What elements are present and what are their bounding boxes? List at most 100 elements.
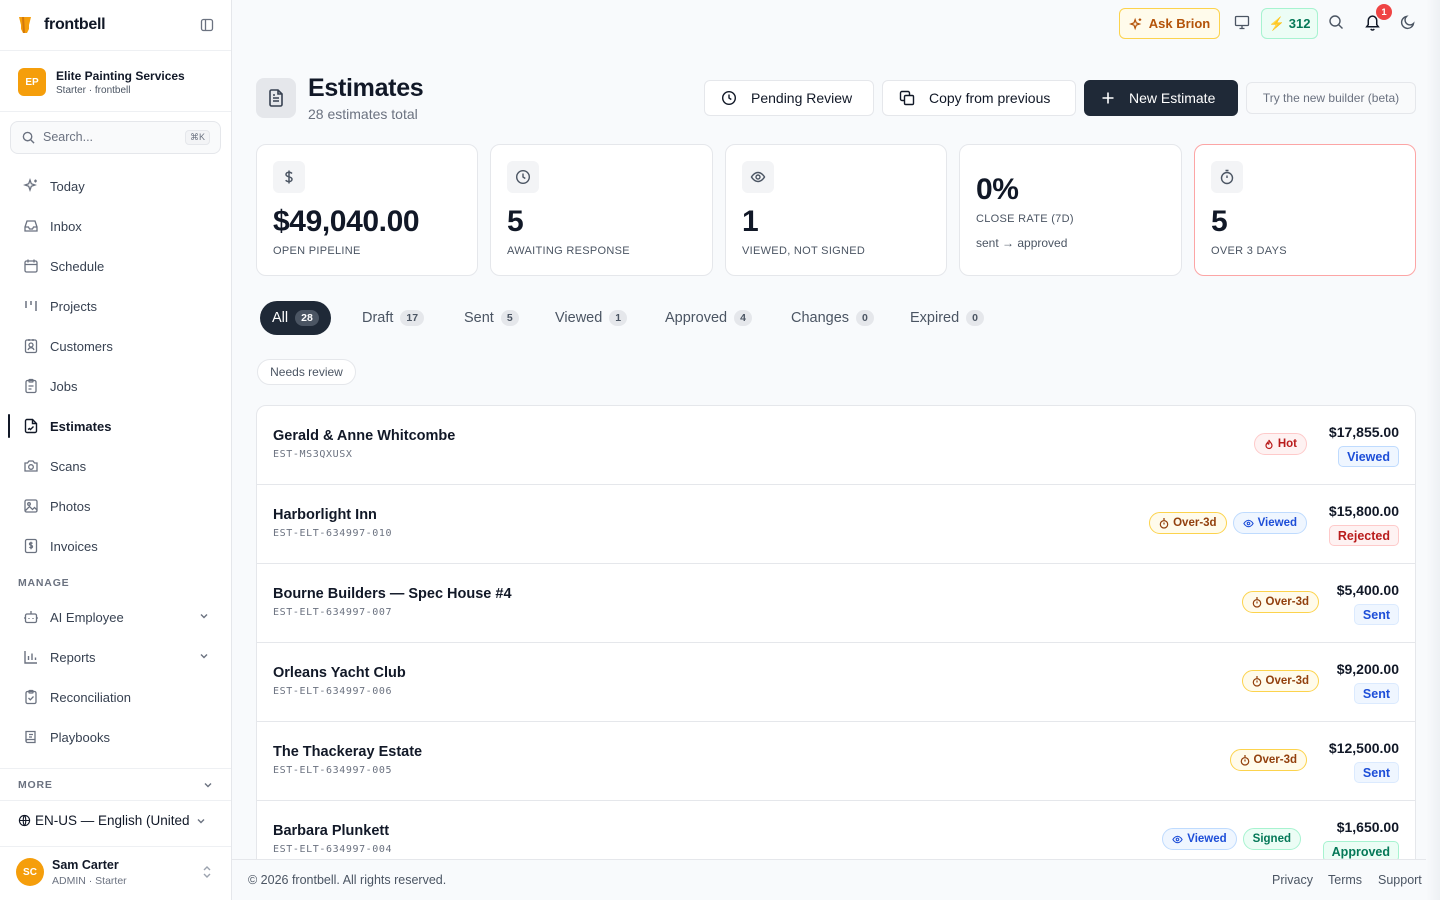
estimate-amount: $15,800.00: [1328, 503, 1399, 519]
frontbell-logo-icon: [18, 16, 32, 34]
monitor-icon[interactable]: [1234, 14, 1250, 30]
sidebar-item-photos[interactable]: Photos: [10, 489, 221, 523]
tag-label: Hot: [1277, 438, 1297, 450]
tab-sent[interactable]: Sent 5: [464, 301, 519, 335]
status-badge: Rejected: [1328, 525, 1399, 546]
search-icon[interactable]: [1328, 14, 1344, 30]
stat-value: 5: [507, 205, 524, 238]
eye-icon: [1242, 519, 1254, 528]
tab-draft[interactable]: Draft 17: [362, 301, 425, 335]
tag-label: Viewed: [1257, 517, 1297, 529]
new-estimate-button[interactable]: New Estimate: [1084, 80, 1238, 116]
sidebar-item-invoices[interactable]: Invoices: [10, 529, 221, 563]
tab-viewed[interactable]: Viewed 1: [555, 301, 628, 335]
sidebar-item-ai-employee[interactable]: AI Employee: [10, 600, 221, 634]
contact-icon: [23, 338, 39, 354]
sidebar-item-playbooks[interactable]: Playbooks: [10, 720, 221, 754]
sidebar-collapse-icon[interactable]: [200, 18, 214, 32]
estimate-amount: $9,200.00: [1336, 661, 1399, 677]
table-row[interactable]: Harborlight Inn EST-ELT-634997-010 Over-…: [257, 485, 1415, 564]
language-select[interactable]: EN-US — English (United: [18, 813, 218, 828]
sidebar-item-schedule[interactable]: Schedule: [10, 249, 221, 283]
sidebar-item-label: Playbooks: [50, 729, 110, 745]
tab-count: 5: [500, 310, 519, 326]
tab-all[interactable]: All 28: [260, 301, 331, 335]
page-title: Estimates: [308, 74, 424, 102]
sidebar-item-inbox[interactable]: Inbox: [10, 209, 221, 243]
tab-expired[interactable]: Expired 0: [910, 301, 985, 335]
estimate-amount: $12,500.00: [1328, 740, 1399, 756]
table-row[interactable]: Barbara Plunkett EST-ELT-634997-004 View…: [257, 801, 1415, 859]
tab-label: Expired: [910, 310, 960, 326]
moon-icon[interactable]: [1400, 14, 1416, 30]
page-subtitle: 28 estimates total: [308, 106, 418, 122]
search-icon: [22, 131, 35, 144]
sidebar-item-customers[interactable]: Customers: [10, 329, 221, 363]
table-row[interactable]: Bourne Builders — Spec House #4 EST-ELT-…: [257, 564, 1415, 643]
stat-value: $49,040.00: [273, 205, 420, 238]
tab-label: All: [272, 310, 289, 326]
sidebar: frontbell EP Elite Painting Services Sta…: [0, 0, 232, 900]
estimates-page-icon: [256, 78, 296, 118]
estimate-code: EST-ELT-634997-005: [273, 765, 393, 776]
estimate-tags: Over-3d: [1229, 749, 1307, 771]
copy-from-previous-label: Copy from previous: [929, 90, 1051, 106]
tab-count: 0: [966, 310, 985, 326]
sidebar-item-today[interactable]: Today: [10, 169, 221, 203]
user-menu[interactable]: SC Sam Carter ADMIN · Starter: [0, 846, 231, 900]
hot-tag: Hot: [1253, 433, 1307, 455]
sidebar-item-label: Schedule: [50, 258, 105, 274]
table-row[interactable]: The Thackeray Estate EST-ELT-634997-005 …: [257, 722, 1415, 801]
estimate-amount: $17,855.00: [1328, 424, 1399, 440]
stat-card-viewed-not-signed: 1 VIEWED, NOT SIGNED: [725, 144, 947, 276]
org-switcher[interactable]: EP Elite Painting Services Starter · fro…: [0, 50, 231, 112]
estimate-amount: $1,650.00: [1336, 819, 1399, 835]
tag-label: Over-3d: [1265, 675, 1309, 687]
stat-card-over-3-days: 5 OVER 3 DAYS: [1194, 144, 1416, 276]
estimate-tags: Over-3d: [1241, 670, 1319, 692]
page-scrollbar[interactable]: [1426, 0, 1440, 900]
org-plan: Starter · frontbell: [56, 85, 131, 96]
ask-brion-button[interactable]: Ask Brion: [1119, 8, 1220, 39]
search-input[interactable]: Search... ⌘K: [10, 121, 221, 154]
topbar: Ask Brion ⚡ 312 1: [232, 0, 1440, 48]
support-link[interactable]: Support: [1378, 873, 1422, 887]
copy-icon: [899, 90, 915, 106]
table-row[interactable]: Gerald & Anne Whitcombe EST-MS3QXUSX Hot…: [257, 406, 1415, 485]
manage-section-label: MANAGE: [18, 577, 70, 589]
tag-label: Over-3d: [1253, 754, 1297, 766]
more-section-label: MORE: [18, 779, 53, 791]
sidebar-item-jobs[interactable]: Jobs: [10, 369, 221, 403]
new-estimate-label: New Estimate: [1129, 90, 1216, 106]
sidebar-item-projects[interactable]: Projects: [10, 289, 221, 323]
sidebar-item-scans[interactable]: Scans: [10, 449, 221, 483]
try-new-builder-button[interactable]: Try the new builder (beta): [1246, 82, 1416, 114]
more-section-toggle[interactable]: MORE: [0, 768, 231, 801]
needs-review-filter[interactable]: Needs review: [257, 359, 356, 385]
sidebar-item-reconciliation[interactable]: Reconciliation: [10, 680, 221, 714]
estimate-customer: The Thackeray Estate: [273, 744, 423, 760]
stat-value: 0%: [976, 173, 1019, 206]
org-name: Elite Painting Services: [56, 69, 185, 83]
over-3d-tag: Over-3d: [1241, 591, 1319, 613]
eye-icon: [742, 161, 774, 193]
sidebar-item-estimates[interactable]: Estimates: [8, 409, 221, 443]
timer-icon: [1159, 517, 1169, 529]
brand-name: frontbell: [44, 16, 106, 33]
credits-badge[interactable]: ⚡ 312: [1261, 8, 1318, 39]
pending-review-button[interactable]: Pending Review: [704, 80, 874, 116]
terms-link[interactable]: Terms: [1328, 873, 1362, 887]
tab-approved[interactable]: Approved 4: [665, 301, 752, 335]
estimate-tags: Over-3d Viewed: [1149, 512, 1307, 534]
copy-from-previous-button[interactable]: Copy from previous: [882, 80, 1076, 116]
tab-label: Sent: [464, 310, 494, 326]
tag-label: Over-3d: [1173, 517, 1217, 529]
search-placeholder: Search...: [43, 130, 94, 144]
user-name: Sam Carter: [52, 858, 119, 872]
table-row[interactable]: Orleans Yacht Club EST-ELT-634997-006 Ov…: [257, 643, 1415, 722]
sidebar-item-reports[interactable]: Reports: [10, 640, 221, 674]
tab-changes[interactable]: Changes 0: [791, 301, 874, 335]
stat-note: sent → approved: [976, 236, 1068, 250]
privacy-link[interactable]: Privacy: [1272, 873, 1313, 887]
globe-icon: [18, 814, 31, 827]
